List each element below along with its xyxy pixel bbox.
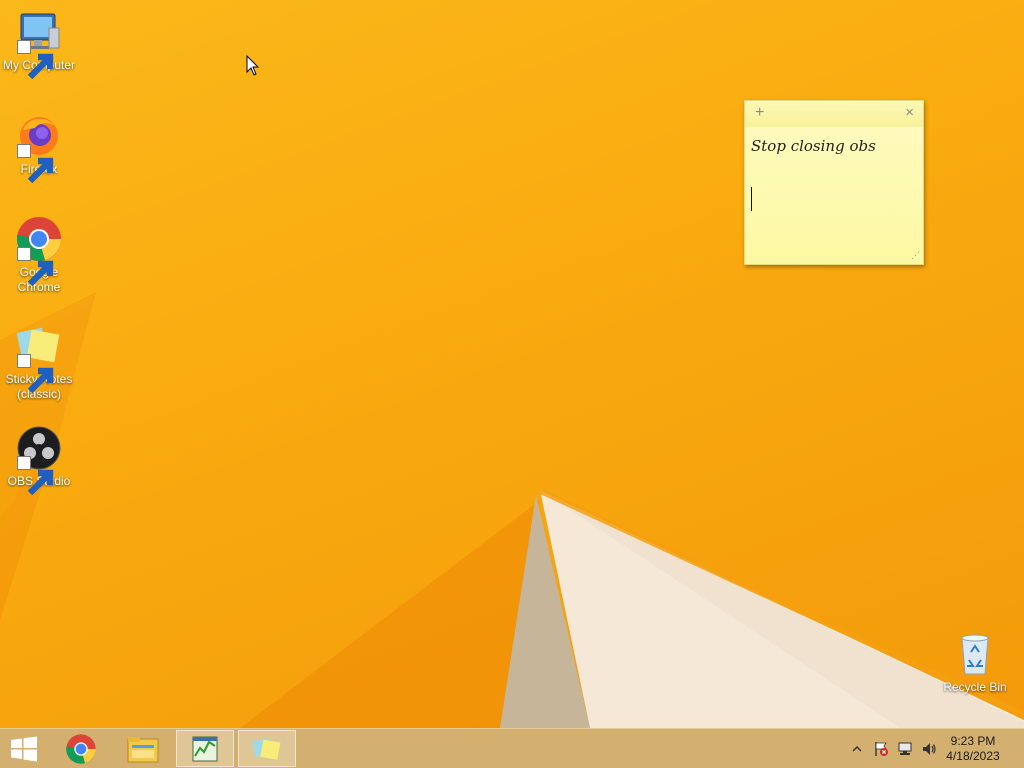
show-hidden-icons-chevron[interactable] [849,741,865,757]
resize-grip-icon[interactable]: ⋰ [911,250,920,261]
sticky-note-titlebar[interactable]: + × [745,101,923,127]
desktop-icon-google-chrome[interactable]: Google Chrome [0,215,78,295]
start-button[interactable] [0,730,48,767]
network-icon[interactable] [897,741,913,757]
task-manager-icon [192,736,218,761]
desktop: My Computer Firefox Google Chrome Sticky… [0,0,1024,728]
taskbar-task-manager-button[interactable] [176,730,234,767]
desktop-icon-firefox[interactable]: Firefox [0,112,78,184]
firefox-icon [15,112,63,184]
file-explorer-icon [127,736,159,762]
sticky-notes-icon [15,322,63,394]
desktop-icon-sticky-notes[interactable]: Sticky Notes (classic) [0,322,78,402]
recycle-bin-icon [951,630,999,678]
sticky-notes-icon [252,737,281,760]
chrome-icon [66,733,96,764]
desktop-icon-label: Recycle Bin [943,680,1007,694]
text-caret [751,187,752,211]
chrome-icon [15,215,63,287]
taskbar-sticky-notes-button[interactable] [238,730,296,767]
volume-icon[interactable] [921,741,937,757]
desktop-icon-recycle-bin[interactable]: Recycle Bin [936,630,1014,695]
shortcut-arrow-icon [17,456,54,496]
shortcut-arrow-icon [17,354,54,394]
computer-icon [15,8,63,80]
desktop-icon-my-computer[interactable]: My Computer [0,8,78,80]
taskbar-clock[interactable]: 9:23 PM 4/18/2023 [938,734,1008,764]
clock-date: 4/18/2023 [946,749,1000,763]
close-note-button[interactable]: × [905,104,914,121]
new-note-button[interactable]: + [755,104,764,122]
shortcut-arrow-icon [17,144,54,184]
clock-time: 9:23 PM [950,734,996,748]
sticky-note-text[interactable]: Stop closing obs [751,137,876,155]
shortcut-arrow-icon [17,40,54,80]
desktop-icon-obs-studio[interactable]: OBS Studio [0,424,78,496]
taskbar-chrome-button[interactable] [52,730,110,767]
windows-start-icon [11,736,37,761]
sticky-note[interactable]: + × Stop closing obs ⋰ [744,100,924,265]
action-center-flag-icon[interactable] [873,741,889,757]
obs-icon [15,424,63,496]
shortcut-arrow-icon [17,247,54,287]
taskbar-file-explorer-button[interactable] [114,730,172,767]
taskbar: 9:23 PM 4/18/2023 [0,728,1024,768]
mouse-cursor-icon [246,55,260,76]
